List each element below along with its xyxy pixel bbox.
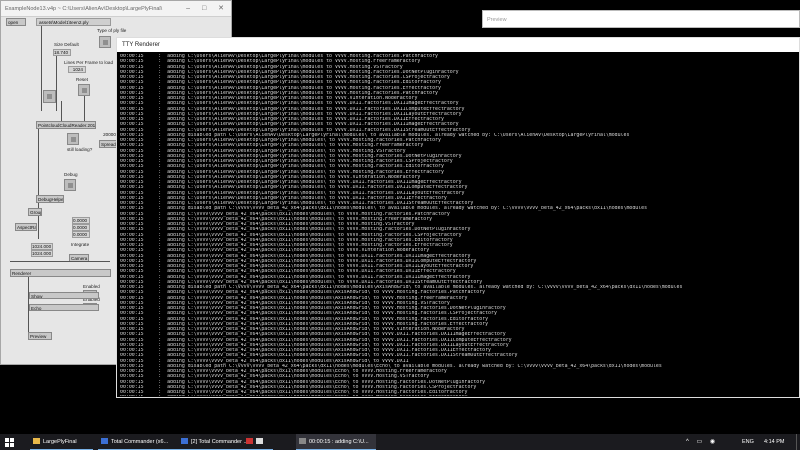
- type-of-ply-label: Type of ply file: [97, 28, 127, 33]
- size-default-value[interactable]: 18.740: [53, 49, 71, 56]
- taskbar-item-label: Total Commander (x6...: [111, 439, 169, 445]
- value-box-1[interactable]: 0.0000: [72, 217, 90, 224]
- vvvv-icon: [299, 438, 306, 444]
- type-of-ply-toggle[interactable]: [99, 36, 111, 48]
- echo-node[interactable]: Echo: [29, 304, 99, 311]
- debughelper-node[interactable]: DebugHelper: [36, 195, 64, 203]
- app-icon: [256, 438, 263, 444]
- renderer-node[interactable]: Renderer: [10, 269, 111, 277]
- show-desktop-button[interactable]: [796, 434, 800, 450]
- total-commander-icon: [101, 438, 108, 444]
- value-box-2[interactable]: 0.0000: [72, 224, 90, 231]
- total-commander-icon: [181, 438, 188, 444]
- taskbar-item-label: [2] Total Commander ...: [191, 439, 249, 445]
- language-indicator[interactable]: ENG: [742, 434, 758, 450]
- resolution-width[interactable]: 1024.000: [31, 243, 53, 250]
- show-node[interactable]: Show: [29, 292, 99, 299]
- enabled-label-1: Enabled: [83, 284, 100, 289]
- size-default-label: Size Default: [54, 42, 79, 47]
- open-button[interactable]: open: [6, 18, 26, 26]
- wire: [56, 56, 57, 111]
- still-loading-toggle[interactable]: [67, 133, 79, 145]
- reset-label: Reset: [76, 77, 89, 82]
- reset-toggle[interactable]: [78, 84, 90, 96]
- wire: [61, 101, 62, 121]
- wire: [41, 26, 42, 111]
- preview-window[interactable]: Preview: [482, 10, 800, 28]
- group-node[interactable]: Group: [28, 208, 42, 216]
- tray-icons[interactable]: ^ ▭ ◉: [686, 434, 726, 450]
- pointcloud-reader-node[interactable]: PointcloudCloudReader.2017: [36, 121, 96, 129]
- wire: [38, 129, 39, 239]
- tty-renderer-window: TTY Renderer 00:00:15 : adding C:\Users\…: [116, 37, 800, 398]
- preview-window-title: Preview: [487, 17, 507, 23]
- folder-icon: [33, 438, 40, 444]
- log-line: 00:00:15 : adding C:\vvvv\vvvv_beta_42_x…: [120, 395, 796, 396]
- taskbar-item-largeplyfinal[interactable]: LargePlyFinal: [30, 434, 93, 450]
- resolution-height[interactable]: 1024.000: [31, 250, 53, 257]
- wire: [10, 261, 110, 262]
- debug-toggle[interactable]: [64, 179, 76, 191]
- taskbar: LargePlyFinal Total Commander (x6... [2]…: [0, 434, 800, 450]
- load-toggle[interactable]: [43, 90, 56, 103]
- debug-label: Debug: [64, 172, 78, 177]
- windows-start-icon[interactable]: [0, 434, 18, 450]
- app-icon: [246, 438, 253, 444]
- preview-node[interactable]: Preview: [28, 332, 52, 340]
- window-controls[interactable]: – □ ✕: [186, 4, 229, 12]
- taskbar-item-label: LargePlyFinal: [43, 439, 77, 445]
- taskbar-item-tty[interactable]: 00:00:15 : adding C:\U...: [296, 434, 376, 450]
- integrate-label: Integrate: [71, 242, 90, 247]
- clock[interactable]: 4:14 PM: [764, 434, 792, 450]
- wire: [84, 96, 85, 121]
- value-box-3[interactable]: 0.0000: [72, 231, 90, 238]
- aspectratio-node[interactable]: AspectRatio: [15, 223, 37, 231]
- file-path-field[interactable]: assets\Model1\teen2.ply: [36, 18, 111, 26]
- taskbar-item-label: 00:00:15 : adding C:\U...: [309, 439, 369, 445]
- taskbar-app-icons[interactable]: [246, 434, 286, 450]
- lines-per-frame-value[interactable]: 1024: [68, 66, 86, 73]
- lines-per-frame-label: Lines Per Frame to load: [64, 60, 114, 65]
- tty-log: 00:00:15 : adding C:\Users\AlienAv\Deskt…: [120, 54, 796, 396]
- tty-window-title: TTY Renderer: [117, 38, 799, 52]
- still-loading-label: still loading?: [67, 147, 93, 152]
